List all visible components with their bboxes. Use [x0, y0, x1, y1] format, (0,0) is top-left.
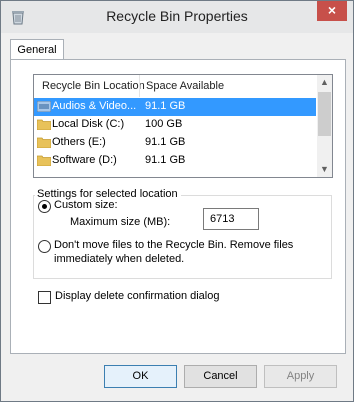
- tab-general[interactable]: General: [10, 39, 64, 60]
- recycle-bin-location-list[interactable]: Recycle Bin Location Space Available Aud…: [33, 74, 333, 178]
- dont-move-label[interactable]: Don't move files to the Recycle Bin. Rem…: [54, 239, 293, 251]
- folder-icon: [37, 119, 51, 130]
- list-item-name: Others (E:): [52, 136, 106, 148]
- custom-size-radio[interactable]: [38, 200, 51, 213]
- list-item-name: Local Disk (C:): [52, 118, 125, 130]
- max-size-field[interactable]: 6713: [203, 208, 259, 230]
- column-separator[interactable]: [139, 75, 140, 97]
- confirm-dialog-checkbox[interactable]: [38, 291, 51, 304]
- list-header: Recycle Bin Location Space Available: [34, 75, 316, 97]
- list-item-name: Audios & Video...: [52, 100, 137, 112]
- column-header-space[interactable]: Space Available: [146, 80, 224, 92]
- vertical-scrollbar[interactable]: ▲ ▼: [317, 75, 332, 177]
- dont-move-label-continued[interactable]: immediately when deleted.: [54, 253, 184, 265]
- list-item[interactable]: Audios & Video... 91.1 GB: [34, 98, 316, 116]
- window-title: Recycle Bin Properties: [106, 8, 248, 24]
- list-item[interactable]: Software (D:) 91.1 GB: [34, 152, 316, 170]
- drive-icon: [37, 101, 51, 112]
- apply-button[interactable]: Apply: [264, 365, 337, 388]
- scroll-down-arrow-icon[interactable]: ▼: [317, 162, 332, 177]
- custom-size-label[interactable]: Custom size:: [54, 199, 118, 211]
- list-item-space: 100 GB: [145, 118, 183, 130]
- recycle-bin-properties-window: Recycle Bin Properties × General Recycle…: [0, 0, 354, 402]
- scrollbar-thumb[interactable]: [318, 92, 331, 136]
- list-item[interactable]: Local Disk (C:) 100 GB: [34, 116, 316, 134]
- list-item-space: 91.1 GB: [145, 100, 186, 112]
- confirm-dialog-label[interactable]: Display delete confirmation dialog: [55, 290, 219, 302]
- scroll-up-arrow-icon[interactable]: ▲: [317, 75, 332, 90]
- max-size-label: Maximum size (MB):: [70, 216, 171, 228]
- radio-selected-dot: [42, 204, 47, 209]
- general-tab-panel: Recycle Bin Location Space Available Aud…: [10, 59, 346, 354]
- column-header-location[interactable]: Recycle Bin Location: [42, 80, 145, 92]
- list-item[interactable]: Others (E:) 91.1 GB: [34, 134, 316, 152]
- folder-icon: [37, 137, 51, 148]
- ok-button[interactable]: OK: [104, 365, 177, 388]
- title-bar[interactable]: Recycle Bin Properties ×: [1, 1, 353, 33]
- dont-move-radio[interactable]: [38, 240, 51, 253]
- cancel-button[interactable]: Cancel: [184, 365, 257, 388]
- list-item-name: Software (D:): [52, 154, 117, 166]
- list-item-space: 91.1 GB: [145, 154, 186, 166]
- close-button[interactable]: ×: [317, 1, 347, 21]
- list-item-space: 91.1 GB: [145, 136, 186, 148]
- folder-icon: [37, 155, 51, 166]
